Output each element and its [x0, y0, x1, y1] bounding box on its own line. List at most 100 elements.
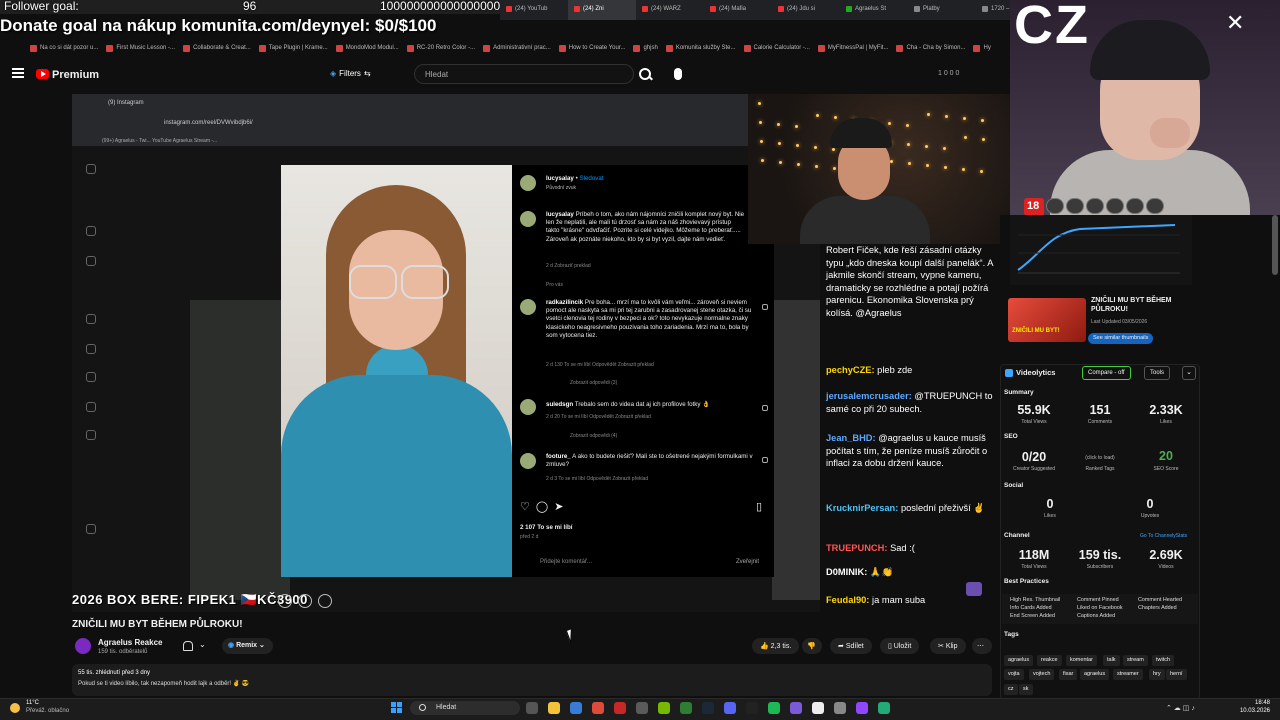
more-button[interactable]: ⋯ — [972, 638, 992, 654]
bookmark-icon[interactable]: ▯ — [756, 501, 770, 512]
chat-nick[interactable]: KrucknirPersan: — [826, 503, 898, 513]
share-button[interactable]: ➦ Sdílet — [830, 638, 872, 654]
bookmark-item[interactable]: ghjsh — [633, 40, 658, 58]
bookmark-item[interactable]: MondoMod Modul... — [335, 40, 399, 58]
channel-stats-link[interactable]: Go To ChannelyStats — [1140, 533, 1187, 539]
video-player[interactable]: (9) Instagram instagram.com/reel/DVWvibd… — [72, 94, 820, 612]
steam-icon[interactable] — [702, 702, 714, 714]
bookmark-item[interactable]: Cha - Cha by Simon... — [896, 40, 965, 58]
tag-chip[interactable]: vojtech — [1029, 669, 1055, 680]
browser-tab[interactable]: (24) Zni — [568, 0, 636, 20]
tag-chip[interactable]: fisar — [1059, 669, 1078, 680]
comment-user[interactable]: footure_ — [546, 453, 571, 460]
tools-dropdown[interactable]: Tools — [1144, 366, 1171, 380]
avatar[interactable] — [520, 453, 536, 469]
browser-tab[interactable]: (24) WARZ — [636, 0, 704, 20]
publish-button[interactable]: Zveřejnit — [736, 559, 759, 565]
chat-nick[interactable]: D0MINIK: — [826, 567, 867, 577]
browser-tab[interactable]: Platby — [908, 0, 976, 20]
bookmark-item[interactable]: MyFitnessPal | MyFit... — [817, 40, 888, 58]
heart-icon[interactable] — [762, 304, 768, 310]
avatar[interactable] — [520, 399, 536, 415]
browser-tab[interactable]: (24) Mafia — [704, 0, 772, 20]
tag-chip[interactable]: cz — [1004, 684, 1018, 695]
view-replies[interactable]: Zobrazit odpovědi (4) — [570, 433, 617, 439]
ranked-tags-hint[interactable]: (click to load) — [1070, 455, 1130, 461]
clip-button[interactable]: ✂ Klip — [930, 638, 966, 654]
see-similar-button[interactable]: See similar thumbnails — [1088, 333, 1154, 344]
weather-desc[interactable]: Převáž. oblačno — [26, 708, 69, 714]
tag-chip[interactable]: agraelus — [1004, 655, 1034, 666]
app-icon[interactable] — [614, 702, 626, 714]
bookmark-item[interactable]: Hy — [973, 40, 991, 58]
avatar[interactable] — [520, 299, 536, 315]
similar-thumbnail[interactable] — [1008, 298, 1086, 342]
clock-time[interactable]: 18:48 — [1226, 700, 1270, 706]
tag-chip[interactable]: hry — [1149, 669, 1165, 680]
obs-icon[interactable] — [790, 702, 802, 714]
reel-video[interactable] — [281, 165, 512, 577]
audio-label[interactable]: Původní zvuk — [546, 185, 576, 191]
xbox-icon[interactable] — [680, 702, 692, 714]
tag-chip[interactable]: komentar — [1066, 655, 1097, 666]
view-replies[interactable]: Zobrazit odpovědi (3) — [570, 380, 617, 386]
notion-icon[interactable] — [812, 702, 824, 714]
comment-icon[interactable]: ◯ — [536, 501, 554, 513]
chevron-down-icon[interactable]: ⌄ — [199, 640, 206, 649]
scrollbar[interactable] — [1272, 215, 1278, 275]
tag-chip[interactable]: twitch — [1152, 655, 1175, 666]
chat-nick[interactable]: Feudal90: — [826, 595, 869, 605]
microphone-icon[interactable] — [674, 68, 682, 80]
like-icon[interactable]: ♡ — [520, 501, 536, 513]
task-view-icon[interactable] — [526, 702, 538, 714]
bookmark-item[interactable]: How to Create Your... — [558, 40, 625, 58]
terminal-icon[interactable] — [746, 702, 758, 714]
youtube-logo-icon[interactable] — [36, 69, 49, 79]
bookmark-item[interactable]: RC-20 Retro Color -... — [406, 40, 475, 58]
chat-nick[interactable]: Jean_BHD: — [826, 433, 876, 443]
bookmark-item[interactable]: First Music Lesson -... — [106, 40, 175, 58]
browser-tab[interactable]: (24) Jdu si — [772, 0, 840, 20]
share-icon[interactable]: ➤ — [554, 501, 569, 513]
avatar[interactable] — [520, 211, 536, 227]
tag-chip[interactable]: talk — [1103, 655, 1120, 666]
author-name[interactable]: lucysalay — [546, 175, 574, 182]
channel-name[interactable]: Agraelus Reakce — [98, 638, 162, 647]
start-button-icon[interactable] — [391, 702, 403, 714]
tag-chip[interactable]: reakce — [1037, 655, 1062, 666]
chat-nick[interactable]: jerusalemcrusader: — [826, 391, 912, 401]
send-icon[interactable] — [298, 594, 312, 608]
post-author[interactable]: lucysalay — [546, 211, 574, 218]
nvidia-icon[interactable] — [658, 702, 670, 714]
weather-temp[interactable]: 11°C — [26, 700, 39, 706]
bookmark-item[interactable]: Collaborate & Creat... — [183, 40, 251, 58]
remix-button[interactable]: ◉ Remix ⌄ — [222, 638, 273, 654]
filters-button[interactable]: ◈ Filters ⇆ — [330, 69, 371, 78]
emoji-icon[interactable] — [278, 594, 292, 608]
browser-tab[interactable]: Agraelus St — [840, 0, 908, 20]
bell-icon[interactable] — [183, 641, 193, 651]
bookmark-item[interactable]: Tape Plugin | Krame... — [258, 40, 328, 58]
follow-button[interactable]: Sledovat — [579, 175, 603, 182]
discord-icon[interactable] — [724, 702, 736, 714]
chrome-icon[interactable] — [592, 702, 604, 714]
tag-chip[interactable]: herní — [1166, 669, 1187, 680]
search-input[interactable]: Hledat — [414, 64, 634, 84]
browser-tab[interactable]: (24) YouTub — [500, 0, 568, 20]
download-icon[interactable] — [318, 594, 332, 608]
comment-input[interactable]: Přidejte komentář... — [540, 559, 592, 565]
channel-avatar[interactable] — [75, 638, 91, 654]
settings-icon[interactable] — [834, 702, 846, 714]
heart-icon[interactable] — [762, 457, 768, 463]
tag-chip[interactable]: agraelus — [1080, 669, 1110, 680]
tag-chip[interactable]: stream — [1123, 655, 1148, 666]
spotify-icon[interactable] — [768, 702, 780, 714]
bookmark-item[interactable]: Komunita služby Ste... — [665, 40, 736, 58]
twitch-icon[interactable] — [856, 702, 868, 714]
comment-user[interactable]: suledsgn — [546, 401, 573, 408]
tag-chip[interactable]: sk — [1019, 684, 1033, 695]
mail-icon[interactable] — [570, 702, 582, 714]
chevron-down-icon[interactable]: ⌄ — [1182, 366, 1196, 380]
clock-date[interactable]: 10.03.2026 — [1226, 708, 1270, 714]
weather-icon[interactable] — [10, 703, 20, 713]
